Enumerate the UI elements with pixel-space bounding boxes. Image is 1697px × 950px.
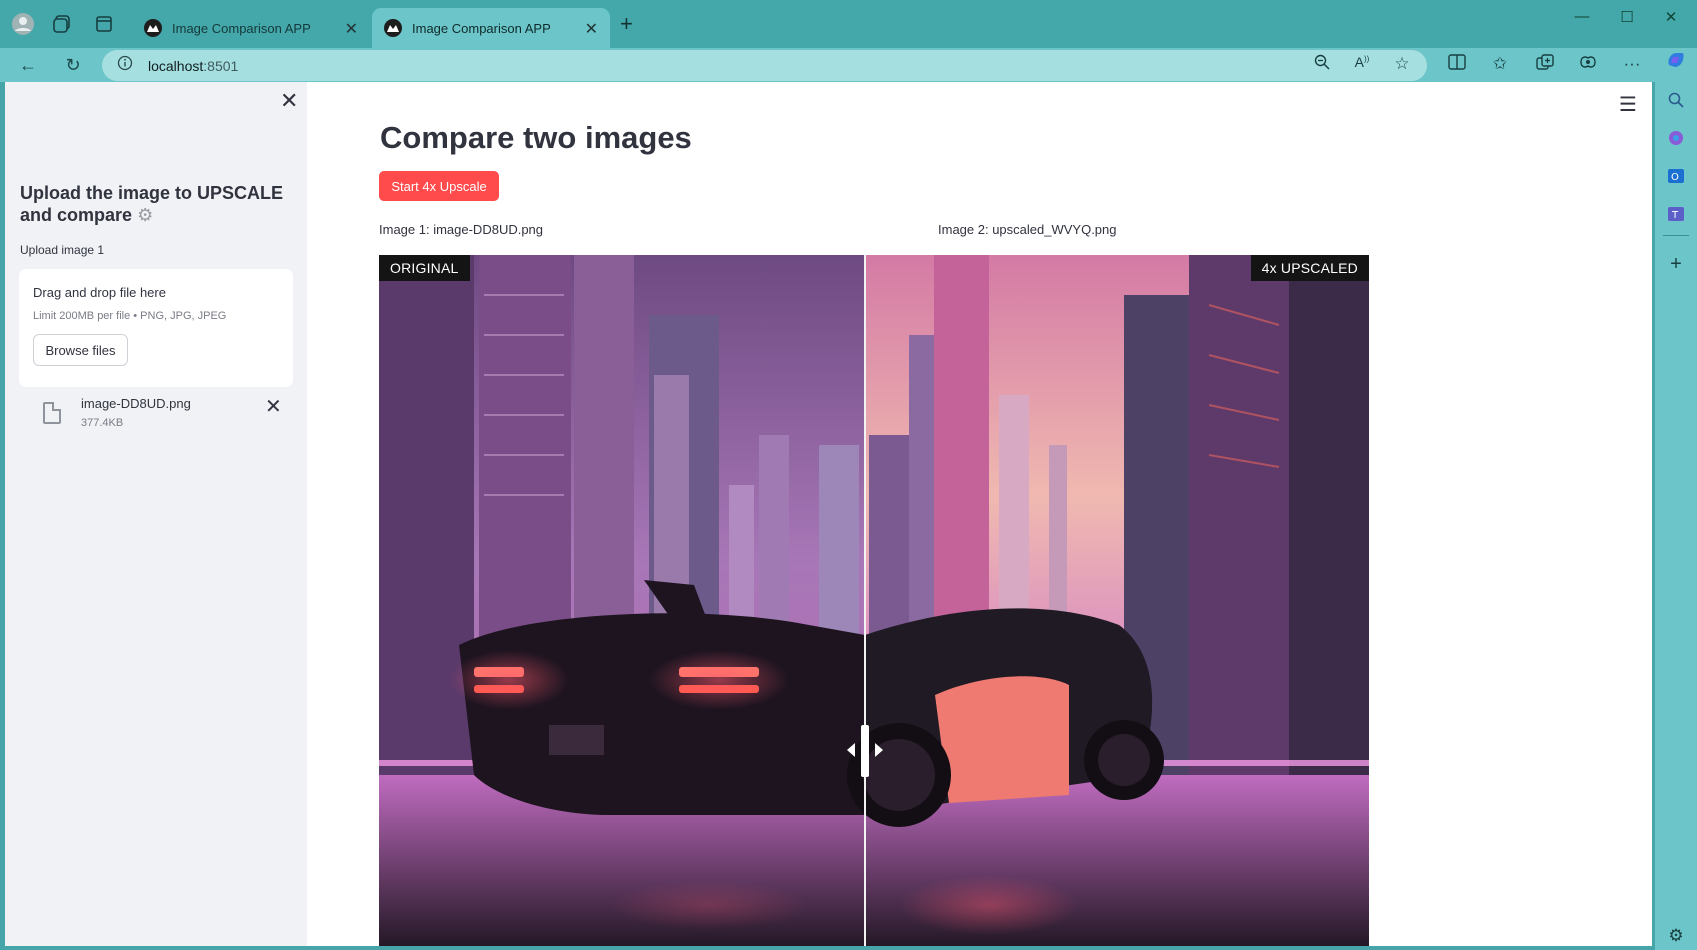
- arrow-left-icon: [847, 743, 855, 757]
- streamlit-favicon-icon: [144, 19, 162, 37]
- streamlit-favicon-icon: [384, 19, 402, 37]
- close-window-icon[interactable]: ✕: [1651, 8, 1691, 26]
- file-dropzone[interactable]: Drag and drop file here Limit 200MB per …: [19, 269, 293, 387]
- settings-icon[interactable]: ⚙: [1664, 924, 1688, 948]
- profile-icon[interactable]: [9, 10, 37, 38]
- browser-address-bar: ← ↻ localhost:8501 A)) ☆ ✩ ···: [0, 48, 1697, 82]
- read-aloud-icon[interactable]: A)): [1350, 54, 1374, 70]
- edge-divider: [1663, 235, 1689, 236]
- edge-sidebar: O T + ⚙: [1655, 53, 1697, 950]
- workspaces-icon[interactable]: [48, 10, 76, 38]
- uploader-label: Upload image 1: [20, 243, 105, 257]
- image1-caption: Image 1: image-DD8UD.png: [379, 222, 544, 237]
- main-menu-icon[interactable]: ☰: [1619, 92, 1637, 117]
- page-viewport: ✕ Upload the image to UPSCALE and compar…: [5, 82, 1652, 946]
- copilot-icon[interactable]: [1664, 48, 1688, 72]
- split-screen-icon[interactable]: [1445, 54, 1469, 75]
- tab-label: Image Comparison APP: [412, 20, 551, 36]
- app-sidebar: ✕ Upload the image to UPSCALE and compar…: [5, 82, 307, 946]
- close-tab-icon[interactable]: ✕: [585, 19, 598, 39]
- teams-icon[interactable]: T: [1664, 202, 1688, 226]
- file-size: 377.4KB: [81, 417, 124, 429]
- tab-actions-icon[interactable]: [90, 10, 118, 38]
- upscaled-badge: 4x UPSCALED: [1250, 255, 1369, 281]
- tab-label: Image Comparison APP: [172, 20, 311, 36]
- uploaded-file-item: image-DD8UD.png 377.4KB ✕: [19, 390, 293, 440]
- browse-files-button[interactable]: Browse files: [33, 334, 128, 366]
- back-icon[interactable]: ←: [15, 52, 41, 78]
- zoom-icon[interactable]: [1310, 54, 1334, 75]
- page-title: Compare two images: [380, 120, 692, 155]
- file-icon: [43, 402, 61, 424]
- favorite-icon[interactable]: ☆: [1390, 54, 1414, 74]
- original-badge: ORIGINAL: [379, 255, 470, 281]
- favorites-icon[interactable]: ✩: [1488, 54, 1512, 74]
- close-tab-icon[interactable]: ✕: [345, 19, 358, 39]
- remove-file-icon[interactable]: ✕: [265, 394, 282, 419]
- collections-icon[interactable]: [1533, 54, 1557, 75]
- tab-image-comparison-1[interactable]: Image Comparison APP ✕: [132, 8, 370, 48]
- svg-text:O: O: [1671, 172, 1679, 183]
- arrow-right-icon: [875, 743, 883, 757]
- minimize-icon[interactable]: —: [1562, 8, 1602, 25]
- handle-bar[interactable]: [861, 725, 869, 777]
- outlook-icon[interactable]: O: [1664, 164, 1688, 188]
- dropzone-title: Drag and drop file here: [33, 285, 166, 300]
- info-icon[interactable]: [117, 55, 133, 75]
- maximize-icon[interactable]: ☐: [1607, 8, 1647, 26]
- more-icon[interactable]: ···: [1620, 54, 1644, 74]
- svg-text:T: T: [1671, 210, 1679, 221]
- slider-handle[interactable]: [847, 725, 883, 777]
- extensions-icon[interactable]: [1576, 54, 1600, 75]
- refresh-icon[interactable]: ↻: [60, 52, 86, 78]
- search-icon[interactable]: [1664, 88, 1688, 112]
- add-icon[interactable]: +: [1664, 252, 1688, 276]
- shopping-icon[interactable]: [1664, 126, 1688, 150]
- sidebar-title: Upload the image to UPSCALE and compare …: [20, 183, 284, 225]
- start-upscale-button[interactable]: Start 4x Upscale: [379, 171, 499, 201]
- tab-image-comparison-2[interactable]: Image Comparison APP ✕: [372, 8, 610, 48]
- close-sidebar-icon[interactable]: ✕: [280, 88, 298, 114]
- comparison-image: [379, 255, 1369, 946]
- image-comparison-slider[interactable]: ORIGINAL 4x UPSCALED: [379, 255, 1369, 946]
- url-field[interactable]: [102, 50, 1427, 81]
- browser-tab-bar: Image Comparison APP ✕ Image Comparison …: [0, 0, 1697, 48]
- url-text: localhost:8501: [148, 58, 239, 74]
- new-tab-icon[interactable]: +: [620, 12, 633, 36]
- image2-caption: Image 2: upscaled_WVYQ.png: [938, 222, 1117, 237]
- file-name: image-DD8UD.png: [81, 396, 191, 411]
- gear-icon: ⚙: [137, 205, 154, 225]
- slider-divider[interactable]: [864, 255, 866, 946]
- dropzone-limit: Limit 200MB per file • PNG, JPG, JPEG: [33, 310, 227, 322]
